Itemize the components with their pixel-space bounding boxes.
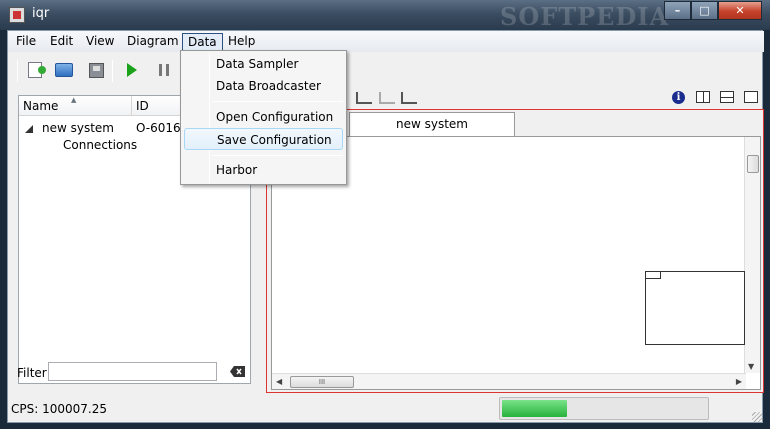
menu-item-data-broadcaster[interactable]: Data Broadcaster — [184, 75, 343, 97]
scroll-down-icon[interactable]: ▼ — [748, 362, 754, 371]
app-icon[interactable] — [9, 7, 25, 23]
menu-diagram[interactable]: Diagram — [122, 33, 184, 51]
open-icon — [55, 63, 73, 77]
window-title: iqr — [32, 6, 50, 21]
data-menu-dropdown: Data Sampler Data Broadcaster Open Confi… — [180, 50, 347, 185]
menu-help[interactable]: Help — [223, 33, 260, 51]
menu-item-save-configuration[interactable]: Save Configuration — [184, 128, 343, 150]
save-icon — [88, 62, 104, 78]
menu-bar: File Edit View Diagram Data Help — [8, 31, 764, 52]
resize-grip[interactable] — [752, 412, 762, 422]
status-bar: CPS: 100007.25 — [8, 396, 764, 424]
column-header-name[interactable]: Name — [23, 99, 58, 113]
horizontal-scrollbar[interactable]: ◀ III ▶ — [272, 373, 746, 389]
main-window: File Edit View Diagram Data Help Name ▲ … — [7, 30, 764, 424]
save-button[interactable] — [85, 59, 107, 81]
tree-item-new-system[interactable]: new system — [42, 121, 114, 135]
horizontal-scroll-thumb[interactable]: III — [290, 376, 354, 388]
sort-ascending-icon: ▲ — [71, 96, 77, 104]
menu-item-data-sampler[interactable]: Data Sampler — [184, 53, 343, 75]
menu-separator — [213, 155, 343, 156]
minimap-viewport[interactable] — [645, 271, 661, 279]
toolbar-separator — [112, 60, 113, 82]
vertical-scroll-thumb[interactable] — [747, 155, 759, 173]
menu-file[interactable]: File — [11, 33, 41, 51]
menu-separator — [213, 101, 343, 102]
menu-item-open-configuration[interactable]: Open Configuration — [184, 106, 343, 128]
title-bar: iqr SOFTPEDIA – □ ✕ — [0, 0, 770, 31]
single-view-icon[interactable] — [744, 91, 758, 103]
connection-arrow-icon[interactable] — [356, 92, 372, 104]
connection-arrow-icon[interactable] — [379, 92, 395, 104]
tree-item-connections[interactable]: Connections — [63, 138, 137, 152]
watermark: SOFTPEDIA — [500, 2, 670, 31]
tab-new-system[interactable]: new system — [349, 112, 515, 136]
filter-label: Filter — [17, 366, 47, 380]
connection-arrow-icon[interactable] — [401, 92, 417, 104]
filter-input[interactable] — [48, 362, 217, 381]
diagram-minimap[interactable] — [645, 271, 745, 345]
play-icon — [127, 63, 137, 77]
run-button[interactable] — [121, 59, 143, 81]
new-system-button[interactable] — [24, 59, 46, 81]
minimize-button[interactable]: – — [664, 1, 691, 20]
menu-data[interactable]: Data — [182, 33, 223, 51]
split-horizontal-icon[interactable] — [720, 91, 734, 103]
menu-edit[interactable]: Edit — [45, 33, 78, 51]
column-divider[interactable] — [131, 96, 132, 116]
simulation-progress-bar — [499, 397, 709, 420]
pause-button[interactable] — [153, 59, 175, 81]
scroll-right-icon[interactable]: ▶ — [736, 377, 742, 386]
expand-arrow-icon[interactable] — [25, 125, 33, 133]
menu-item-harbor[interactable]: Harbor — [184, 159, 343, 181]
info-icon[interactable]: i — [672, 91, 685, 104]
clear-filter-icon[interactable] — [230, 366, 245, 377]
new-system-icon — [28, 62, 46, 78]
menu-view[interactable]: View — [81, 33, 119, 51]
progress-fill — [502, 400, 568, 417]
column-header-id[interactable]: ID — [136, 99, 149, 113]
vertical-scrollbar[interactable]: ▼ — [744, 137, 760, 373]
pause-icon — [159, 64, 169, 76]
split-vertical-icon[interactable] — [696, 91, 710, 103]
scroll-left-icon[interactable]: ◀ — [276, 377, 282, 386]
maximize-button[interactable]: □ — [691, 1, 718, 20]
toolbar-separator — [17, 60, 18, 82]
main-toolbar — [8, 53, 764, 86]
cps-readout: CPS: 100007.25 — [11, 402, 107, 416]
close-button[interactable]: ✕ — [718, 1, 762, 20]
open-button[interactable] — [53, 59, 75, 81]
